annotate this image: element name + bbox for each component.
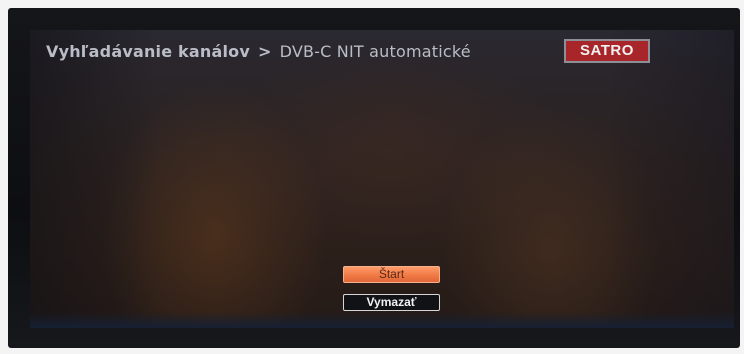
page-subtitle: DVB-C NIT automatické (279, 41, 471, 61)
photo-background: Vyhľadávanie kanálov > DVB-C NIT automat… (0, 0, 744, 354)
page-title-bar: Vyhľadávanie kanálov > DVB-C NIT automat… (46, 39, 471, 63)
tv-bezel: Vyhľadávanie kanálov > DVB-C NIT automat… (8, 8, 740, 348)
start-button[interactable]: Štart (343, 266, 440, 283)
breadcrumb-separator: > (257, 41, 272, 61)
satro-logo: SATRO (564, 39, 650, 63)
clear-button[interactable]: Vymazať (343, 294, 440, 311)
tv-screen: Vyhľadávanie kanálov > DVB-C NIT automat… (30, 30, 734, 328)
page-title: Vyhľadávanie kanálov (46, 41, 250, 61)
